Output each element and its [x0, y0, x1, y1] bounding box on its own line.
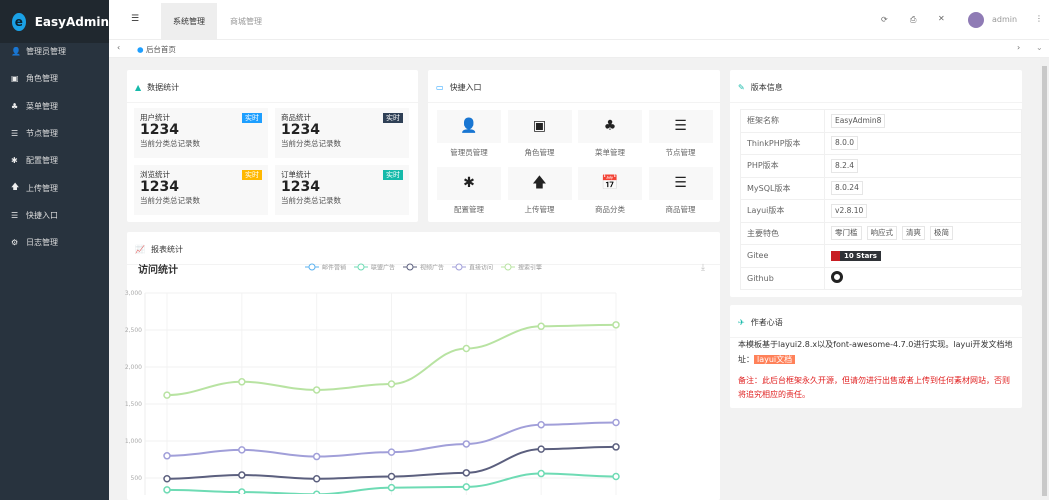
data-point	[537, 322, 545, 331]
y-tick-label: 1,000	[125, 438, 142, 445]
data-point	[387, 472, 396, 481]
data-point	[312, 452, 321, 461]
data-point	[387, 483, 396, 492]
legend-label: 邮件营销	[322, 264, 346, 272]
legend-marker	[357, 263, 365, 271]
data-point	[163, 391, 171, 399]
y-tick-label: 2,500	[125, 327, 142, 334]
data-point	[612, 472, 620, 481]
data-point	[163, 486, 171, 494]
legend-label: 视频广告	[420, 264, 444, 272]
y-tick-label: 3,000	[125, 290, 142, 297]
data-point	[462, 469, 471, 477]
data-point	[612, 443, 620, 451]
legend-label: 联盟广告	[371, 264, 395, 272]
data-point	[612, 418, 620, 427]
data-point	[537, 445, 545, 453]
legend-marker	[504, 263, 512, 271]
legend-label: 直接访问	[469, 264, 493, 272]
data-point	[462, 440, 471, 448]
legend-marker	[308, 263, 316, 271]
legend-marker	[455, 263, 463, 271]
data-point	[238, 378, 246, 386]
data-point	[163, 452, 171, 460]
line-chart: 500 1,000 1,500 2,000 2,500 3,000 邮件营销 联盟广告 视频广告…	[125, 263, 620, 495]
data-point	[462, 344, 471, 353]
data-point	[537, 420, 545, 429]
y-tick-label: 500	[131, 475, 143, 482]
legend-marker	[406, 263, 414, 271]
data-point	[462, 483, 471, 491]
y-tick-label: 1,500	[125, 401, 142, 408]
legend-label: 搜索引擎	[518, 264, 542, 272]
data-point	[238, 471, 246, 479]
data-point	[387, 380, 396, 388]
data-point	[163, 474, 171, 483]
data-point	[612, 321, 620, 329]
data-point	[312, 386, 321, 394]
data-point	[387, 448, 396, 456]
y-tick-label: 2,000	[125, 364, 142, 371]
data-point	[537, 469, 545, 478]
data-point	[238, 446, 246, 454]
data-point	[312, 474, 321, 483]
